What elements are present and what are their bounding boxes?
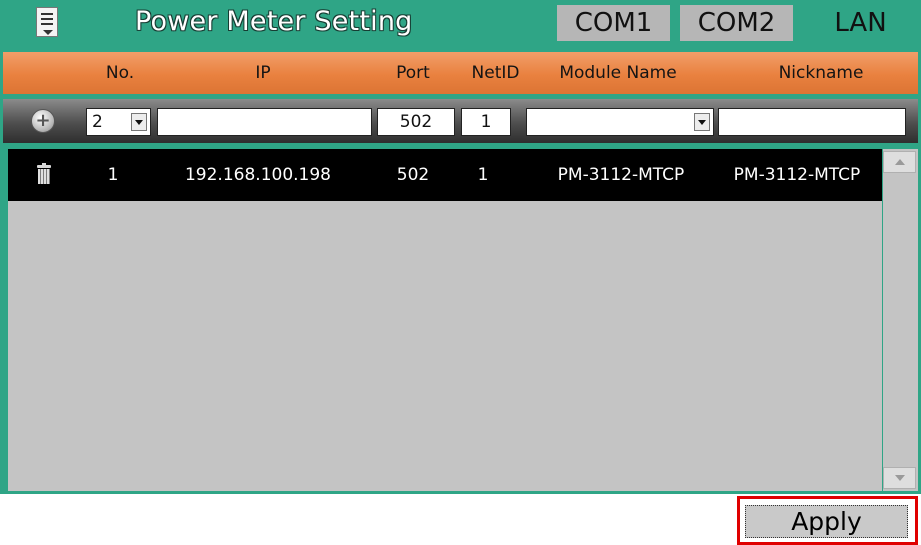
ip-input[interactable] bbox=[157, 108, 372, 136]
tab-com1[interactable]: COM1 bbox=[557, 5, 670, 41]
column-header-port: Port bbox=[396, 63, 430, 83]
row-netid: 1 bbox=[477, 165, 489, 185]
tab-lan[interactable]: LAN bbox=[803, 5, 918, 41]
column-header-row: No. IP Port NetID Module Name Nickname bbox=[3, 52, 918, 94]
scroll-up-icon[interactable] bbox=[883, 151, 916, 173]
netid-input[interactable]: 1 bbox=[461, 108, 511, 136]
add-icon[interactable]: + bbox=[31, 109, 55, 133]
tab-com2[interactable]: COM2 bbox=[680, 5, 793, 41]
netid-input-value: 1 bbox=[480, 112, 492, 132]
row-nickname: PM-3112-MTCP bbox=[733, 165, 861, 185]
row-module-name: PM-3112-MTCP bbox=[557, 165, 685, 185]
chevron-down-icon[interactable] bbox=[694, 113, 710, 131]
apply-button[interactable]: Apply bbox=[745, 505, 908, 538]
add-entry-row: + 2 502 1 bbox=[3, 99, 918, 143]
no-select[interactable]: 2 bbox=[86, 108, 151, 136]
column-header-module-name: Module Name bbox=[559, 63, 677, 83]
table-row[interactable]: 1 192.168.100.198 502 1 PM-3112-MTCP PM-… bbox=[8, 149, 882, 201]
no-select-value: 2 bbox=[92, 112, 103, 132]
column-header-ip: IP bbox=[255, 63, 271, 83]
trash-icon[interactable] bbox=[37, 163, 51, 184]
device-list: 1 192.168.100.198 502 1 PM-3112-MTCP PM-… bbox=[8, 149, 882, 491]
chevron-down-icon[interactable] bbox=[131, 113, 147, 131]
port-input[interactable]: 502 bbox=[377, 108, 455, 136]
row-no: 1 bbox=[107, 165, 119, 185]
row-ip: 192.168.100.198 bbox=[184, 165, 331, 185]
column-header-no: No. bbox=[105, 63, 135, 83]
page-title: Power Meter Setting bbox=[135, 6, 413, 37]
menu-icon[interactable] bbox=[36, 7, 58, 37]
vertical-scrollbar[interactable] bbox=[883, 149, 918, 491]
nickname-input[interactable] bbox=[718, 108, 906, 136]
row-port: 502 bbox=[396, 165, 430, 185]
title-bar: Power Meter Setting COM1 COM2 LAN bbox=[3, 3, 918, 43]
port-input-value: 502 bbox=[399, 112, 433, 132]
column-header-nickname: Nickname bbox=[778, 63, 864, 83]
module-name-select[interactable] bbox=[526, 108, 714, 136]
scroll-down-icon[interactable] bbox=[883, 467, 916, 489]
column-header-netid: NetID bbox=[471, 63, 520, 83]
